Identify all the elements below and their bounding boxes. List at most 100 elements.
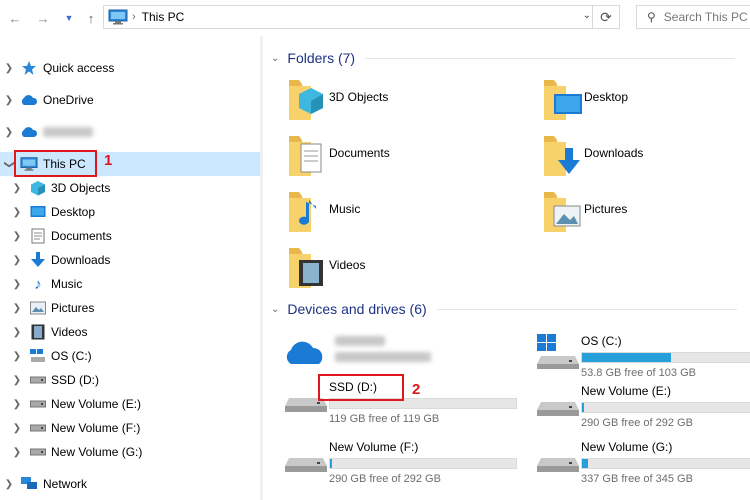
chevron-right-icon[interactable]: ❯ — [12, 327, 22, 338]
sidebar-item-label: Desktop — [51, 205, 96, 219]
sidebar-item-label: Quick access — [43, 61, 115, 75]
windows-drive-icon — [537, 334, 579, 369]
sidebar-item-label: Music — [51, 277, 83, 291]
chevron-right-icon[interactable]: ❯ — [4, 63, 14, 74]
up-button[interactable]: ↑ — [82, 8, 100, 28]
chevron-right-icon[interactable]: ❯ — [12, 231, 22, 242]
folder-videos[interactable]: Videos — [285, 246, 515, 298]
chevron-right-icon[interactable]: ❯ — [12, 351, 22, 362]
sidebar-item-os-c[interactable]: ❯ OS (C:) — [0, 344, 260, 368]
folder-label: Pictures — [584, 202, 628, 216]
drive-new-volume-e[interactable]: New Volume (E:) 290 GB free of 292 GB — [535, 384, 750, 434]
drive-new-volume-g[interactable]: New Volume (G:) 337 GB free of 345 GB — [535, 440, 750, 490]
search-input[interactable]: ⚲ Search This PC — [636, 5, 750, 29]
sidebar-item-ssd-d[interactable]: ❯ SSD (D:) — [0, 368, 260, 392]
sidebar-item-pictures[interactable]: ❯ Pictures — [0, 296, 260, 320]
chevron-right-icon[interactable]: ❯ — [12, 423, 22, 434]
breadcrumb-chevron-icon[interactable]: › — [132, 11, 136, 23]
content-pane: ⌄ Folders (7) 3D Objects Desktop Documen… — [263, 36, 750, 500]
chevron-right-icon[interactable]: ❯ — [12, 303, 22, 314]
blurred-device-name — [335, 336, 385, 346]
chevron-right-icon[interactable]: ❯ — [4, 127, 14, 138]
drive-free-space: 290 GB free of 292 GB — [581, 417, 693, 429]
forward-button[interactable]: → — [34, 8, 52, 28]
drive-free-space: 53.8 GB free of 103 GB — [581, 367, 696, 379]
sidebar-item-downloads[interactable]: ❯ Downloads — [0, 248, 260, 272]
chevron-right-icon[interactable]: ❯ — [12, 183, 22, 194]
drive-name: OS (C:) — [581, 334, 622, 348]
sidebar-item-network[interactable]: ❯ Network — [0, 472, 260, 496]
address-field[interactable]: › This PC ⌄ ⟳ — [103, 5, 620, 29]
capacity-fill — [582, 459, 588, 468]
address-dropdown-icon[interactable]: ⌄ — [583, 10, 591, 21]
group-divider — [436, 308, 737, 310]
capacity-bar — [581, 352, 750, 363]
chevron-right-icon[interactable]: ❯ — [4, 95, 14, 106]
sidebar-item-onedrive[interactable]: ❯ OneDrive — [0, 88, 260, 112]
chevron-right-icon[interactable]: ❯ — [12, 447, 22, 458]
network-icon — [20, 476, 38, 492]
chevron-down-icon[interactable]: ⌄ — [271, 304, 279, 315]
drive-new-volume-f[interactable]: New Volume (F:) 290 GB free of 292 GB — [283, 440, 517, 490]
sidebar-item-label: New Volume (F:) — [51, 421, 141, 435]
folder-desktop[interactable]: Desktop — [540, 78, 750, 130]
folder-label: Desktop — [584, 90, 629, 104]
sidebar-item-new-volume-e[interactable]: ❯ New Volume (E:) — [0, 392, 260, 416]
drive-icon — [537, 458, 579, 472]
folder-pictures[interactable]: Pictures — [540, 190, 750, 242]
drive-os-c[interactable]: OS (C:) 53.8 GB free of 103 GB — [535, 334, 750, 384]
drive-free-space: 290 GB free of 292 GB — [329, 473, 441, 485]
sidebar-item-label: OneDrive — [43, 93, 94, 107]
folder-label: Documents — [329, 146, 390, 160]
sidebar-item-desktop[interactable]: ❯ Desktop — [0, 200, 260, 224]
chevron-right-icon[interactable]: ❯ — [4, 479, 14, 490]
folder-3d-objects[interactable]: 3D Objects — [285, 78, 515, 130]
drive-free-space: 337 GB free of 345 GB — [581, 473, 693, 485]
breadcrumb-this-pc[interactable]: This PC — [142, 10, 185, 24]
refresh-button[interactable]: ⟳ — [592, 6, 619, 28]
document-icon — [29, 228, 47, 244]
folders-group-header[interactable]: ⌄ Folders (7) — [271, 50, 736, 66]
sidebar-item-blurred[interactable]: ❯ — [0, 120, 260, 144]
chevron-right-icon[interactable]: ❯ — [12, 399, 22, 410]
drive-icon — [29, 396, 47, 412]
annotation-number-2: 2 — [412, 381, 421, 398]
chevron-right-icon[interactable]: ❯ — [12, 255, 22, 266]
this-pc-icon — [108, 9, 128, 25]
folder-documents[interactable]: Documents — [285, 134, 515, 186]
sidebar-item-music[interactable]: ❯ ♪ Music — [0, 272, 260, 296]
cloud-icon — [286, 341, 323, 364]
drives-group-header[interactable]: ⌄ Devices and drives (6) — [271, 301, 737, 317]
chevron-down-icon[interactable]: ❯ — [4, 159, 15, 169]
sidebar-item-label: Documents — [51, 229, 112, 243]
sidebar-item-new-volume-f[interactable]: ❯ New Volume (F:) — [0, 416, 260, 440]
cube-icon — [29, 180, 47, 196]
sidebar-item-videos[interactable]: ❯ Videos — [0, 320, 260, 344]
folder-downloads[interactable]: Downloads — [540, 134, 750, 186]
drive-name: New Volume (F:) — [329, 440, 419, 454]
download-arrow-icon — [29, 252, 47, 268]
folder-music[interactable]: Music — [285, 190, 515, 242]
folder-icon — [289, 192, 316, 232]
sidebar-item-documents[interactable]: ❯ Documents — [0, 224, 260, 248]
chevron-right-icon[interactable]: ❯ — [12, 207, 22, 218]
chevron-right-icon[interactable]: ❯ — [12, 375, 22, 386]
chevron-down-icon[interactable]: ⌄ — [271, 53, 279, 64]
folder-icon — [289, 248, 323, 288]
sidebar-item-3d-objects[interactable]: ❯ 3D Objects — [0, 176, 260, 200]
capacity-bar — [581, 402, 750, 413]
recent-locations-icon[interactable]: ▼ — [60, 8, 78, 28]
folder-icon — [544, 80, 582, 120]
star-icon — [20, 60, 38, 76]
sidebar-item-label: Pictures — [51, 301, 95, 315]
chevron-right-icon[interactable]: ❯ — [12, 279, 22, 290]
group-title: Folders (7) — [287, 50, 356, 66]
back-button[interactable]: ← — [6, 8, 24, 28]
drive-icon — [29, 444, 47, 460]
sidebar-item-new-volume-g[interactable]: ❯ New Volume (G:) — [0, 440, 260, 464]
music-note-icon: ♪ — [34, 275, 42, 293]
blurred-account-label — [43, 127, 93, 137]
annotation-box-this-pc — [14, 150, 97, 177]
sidebar-item-quick-access[interactable]: ❯ Quick access — [0, 56, 260, 80]
capacity-bar — [329, 458, 517, 469]
